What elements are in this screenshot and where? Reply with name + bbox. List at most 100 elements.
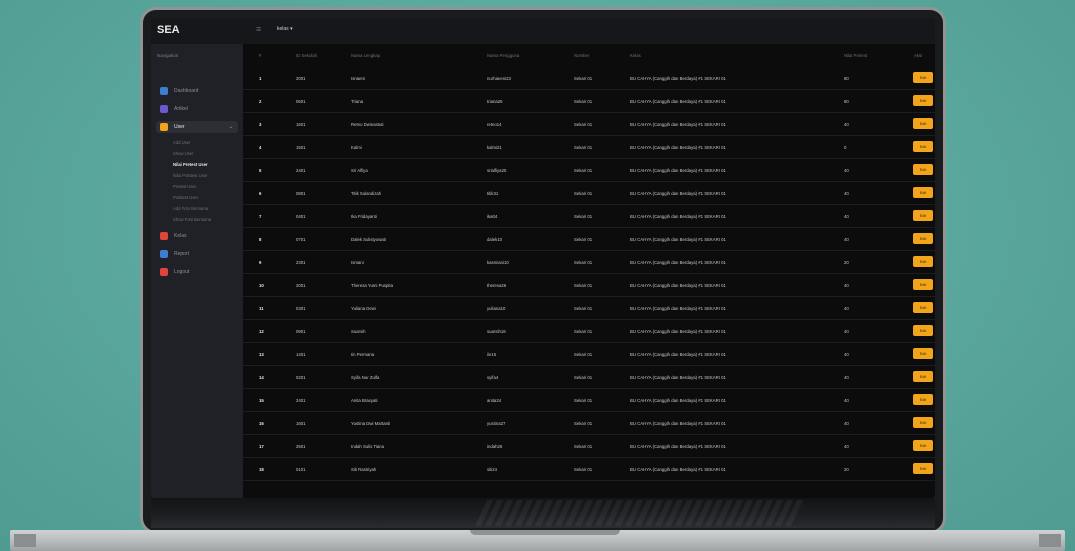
table-row: 9 2301 Ismani kasmiani10 Sekari 01 BU CAHYA (… (243, 251, 935, 274)
edit-button[interactable]: Edit (913, 118, 933, 129)
logout-icon (160, 268, 168, 276)
cell-nomber: Sekari 01 (574, 398, 593, 403)
submenu-nilai-pretest-user[interactable]: Nilai Pretest User (173, 162, 208, 167)
hamburger-menu-icon[interactable]: ≡ (256, 24, 261, 34)
edit-button[interactable]: Edit (913, 233, 933, 244)
edit-button[interactable]: Edit (913, 371, 933, 382)
cell-nomber: Sekari 01 (574, 467, 593, 472)
edit-button[interactable]: Edit (913, 164, 933, 175)
sidebar-item-artikel[interactable]: Artikel (156, 103, 238, 115)
edit-button[interactable]: Edit (913, 463, 933, 474)
cell-nilai: 40 (844, 122, 849, 127)
table-row: 8 0701 Dalek Sulistyowati dalek10 Sekari 01 B… (243, 228, 935, 251)
edit-button[interactable]: Edit (913, 256, 933, 267)
cell-no: 1 (259, 76, 262, 81)
edit-button[interactable]: Edit (913, 141, 933, 152)
sidebar-item-dashboard[interactable]: Dashboard (156, 85, 238, 97)
submenu-add-foto-bersama[interactable]: Add Foto Bersama (173, 206, 208, 211)
cell-no: 16 (259, 421, 264, 426)
table-row: 1 2001 Isnaeni nurhaeeni23 Sekari 01 BU CAHYA… (243, 67, 935, 90)
cell-username: indah26 (487, 444, 503, 449)
cell-nomber: Sekari 01 (574, 76, 593, 81)
cell-kelas: BU CAHYA (Canggih dan Berdaya) #1 SEKARI… (630, 375, 726, 380)
table-row: 7 0401 Ika Fridayanti ika04 Sekari 01 BU CAHY… (243, 205, 935, 228)
sidebar: Navigation Dashboard Artikel User ⌄ Add … (151, 44, 243, 498)
edit-button[interactable]: Edit (913, 394, 933, 405)
cell-nama: Ika Fridayanti (351, 214, 377, 219)
cell-no: 2 (259, 99, 262, 104)
cell-username: yuliana10 (487, 306, 506, 311)
cell-kelas: BU CAHYA (Canggih dan Berdaya) #1 SEKARI… (630, 352, 726, 357)
submenu-posttest-user[interactable]: Posttest User (173, 195, 198, 200)
cell-kelas: BU CAHYA (Canggih dan Berdaya) #1 SEKARI… (630, 214, 726, 219)
sidebar-item-logout[interactable]: Logout (156, 266, 238, 278)
sidebar-item-user[interactable]: User ⌄ (156, 121, 238, 133)
cell-nomber: Sekari 01 (574, 237, 593, 242)
nav-heading: Navigation (157, 53, 179, 58)
cell-kelas: BU CAHYA (Canggih dan Berdaya) #1 SEKARI… (630, 145, 726, 150)
cell-nama: Suarsih (351, 329, 366, 334)
class-icon (160, 232, 168, 240)
cell-id: 1601 (296, 122, 306, 127)
col-header-nama: Nama Lengkap (351, 53, 381, 58)
cell-no: 15 (259, 398, 264, 403)
submenu-pretest-user[interactable]: Pretest User (173, 184, 196, 189)
table-row: 16 1601 Yustina Dwi Martanti yustina27 Sekar… (243, 412, 935, 435)
edit-button[interactable]: Edit (913, 279, 933, 290)
cell-kelas: BU CAHYA (Canggih dan Berdaya) #1 SEKARI… (630, 191, 726, 196)
sidebar-item-kelas[interactable]: Kelas (156, 230, 238, 242)
user-menu[interactable]: kelas ▾ (277, 26, 293, 32)
cell-no: 14 (259, 375, 264, 380)
cell-nomber: Sekari 01 (574, 375, 593, 380)
cell-no: 5 (259, 168, 262, 173)
edit-button[interactable]: Edit (913, 440, 933, 451)
cell-nomber: Sekari 01 (574, 99, 593, 104)
cell-id: 1501 (296, 145, 306, 150)
cell-username: nurhaeeni23 (487, 76, 511, 81)
sidebar-item-label: User (174, 124, 185, 130)
edit-button[interactable]: Edit (913, 302, 933, 313)
cell-nilai: 40 (844, 306, 849, 311)
cell-nama: Theresa Yumi Puspita (351, 283, 393, 288)
submenu-show-foto-bersama[interactable]: Show Foto Bersama (173, 217, 211, 222)
edit-button[interactable]: Edit (913, 348, 933, 359)
submenu-show-user[interactable]: Show User (173, 151, 193, 156)
cell-no: 3 (259, 122, 262, 127)
submenu-nilai-posttest-user[interactable]: Nilai Posttest User (173, 173, 207, 178)
cell-username: dalek10 (487, 237, 503, 242)
cell-username: siti24 (487, 467, 498, 472)
cell-nilai: 40 (844, 329, 849, 334)
cell-nama: Triana (351, 99, 364, 104)
edit-button[interactable]: Edit (913, 417, 933, 428)
cell-kelas: BU CAHYA (Canggih dan Berdaya) #1 SEKARI… (630, 398, 726, 403)
cell-nama: Yuliana Dewi (351, 306, 376, 311)
cell-nilai: 40 (844, 237, 849, 242)
table-row: 13 1401 Iin Permana iin15 Sekari 01 BU CAHYA … (243, 343, 935, 366)
edit-button[interactable]: Edit (913, 210, 933, 221)
cell-id: 0701 (296, 237, 306, 242)
cell-nilai: 40 (844, 191, 849, 196)
submenu-add-user[interactable]: Add User (173, 140, 190, 145)
cell-no: 13 (259, 352, 264, 357)
cell-nilai: 80 (844, 76, 849, 81)
cell-nomber: Sekari 01 (574, 329, 593, 334)
cell-nilai: 0 (844, 145, 847, 150)
chevron-down-icon: ⌄ (228, 124, 233, 130)
cell-nilai: 40 (844, 398, 849, 403)
sidebar-item-report[interactable]: Report (156, 248, 238, 260)
cell-id: 0201 (296, 375, 306, 380)
brand-logo[interactable]: SEA (157, 24, 180, 36)
base-edge-left (14, 534, 36, 547)
edit-button[interactable]: Edit (913, 325, 933, 336)
cell-no: 18 (259, 467, 264, 472)
cell-nilai: 40 (844, 168, 849, 173)
cell-id: 0401 (296, 214, 306, 219)
cell-username: retno14 (487, 122, 502, 127)
cell-nama: Isnaeni (351, 76, 365, 81)
cell-username: iin15 (487, 352, 497, 357)
edit-button[interactable]: Edit (913, 72, 933, 83)
table-row: 3 1601 Retno Dwinastuti retno14 Sekari 01 BU … (243, 113, 935, 136)
edit-button[interactable]: Edit (913, 95, 933, 106)
cell-id: 0301 (296, 306, 306, 311)
edit-button[interactable]: Edit (913, 187, 933, 198)
